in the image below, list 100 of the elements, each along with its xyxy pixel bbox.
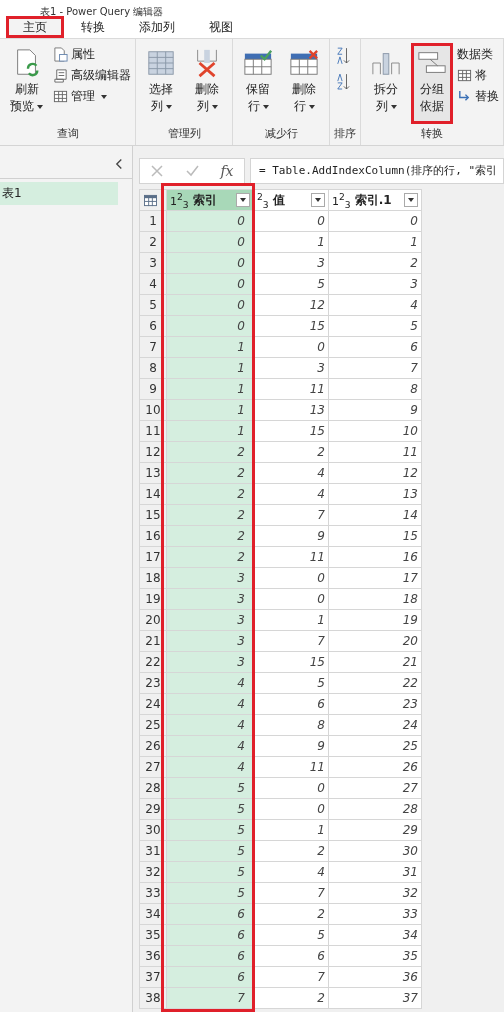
column-header[interactable]: 1$^{2}$$_{3}$ 索引 (166, 189, 254, 211)
table-cell: 9 (253, 525, 329, 547)
caret-icon (315, 198, 321, 202)
table-cell: 11 (253, 546, 329, 568)
table-cell: 2 (253, 903, 329, 925)
table-cell: 20 (328, 630, 422, 652)
ribbon-tab[interactable]: 转换 (64, 16, 122, 38)
group-label: 转换 (420, 126, 444, 142)
table-cell: 11 (253, 756, 329, 778)
table-cell: 0 (253, 567, 329, 589)
function-symbol[interactable]: fx (220, 163, 234, 179)
table-cell: 3 (328, 273, 422, 295)
filter-dropdown[interactable] (404, 193, 418, 207)
column-header[interactable]: 1$^{2}$$_{3}$ 索引.1 (328, 189, 422, 211)
table-cell: 6 (253, 693, 329, 715)
table-cell: 12 (328, 462, 422, 484)
ribbon-button[interactable]: 管理 (53, 87, 131, 106)
filter-dropdown[interactable] (236, 193, 250, 207)
ribbon-button[interactable]: 拆分 列 (365, 43, 407, 124)
caret-icon (390, 104, 397, 109)
caret-icon (165, 104, 172, 109)
table-cell: 5 (328, 315, 422, 337)
table-cell: 2 (328, 252, 422, 274)
table-cell: 36 (328, 966, 422, 988)
ribbon-button[interactable]: 删除 行 (283, 43, 325, 124)
table-cell: 2 (253, 840, 329, 862)
table-cell: 26 (328, 756, 422, 778)
check-icon[interactable] (185, 164, 200, 178)
table-cell: 9 (328, 399, 422, 421)
keep-rows-icon (243, 48, 273, 78)
table-cell: 3 (253, 357, 329, 379)
table-cell: 33 (328, 903, 422, 925)
query-item[interactable]: 表1 (0, 182, 118, 205)
ribbon-button[interactable]: 数据类 (457, 45, 499, 64)
table-cell: 22 (328, 672, 422, 694)
table-cell: 35 (328, 945, 422, 967)
table-cell: 7 (253, 504, 329, 526)
formula-field[interactable]: = Table.AddIndexColumn(排序的行, "索引 (250, 158, 504, 184)
caret-icon (262, 104, 269, 109)
properties-icon (53, 47, 68, 62)
table-cell: 37 (328, 987, 422, 1009)
table-cell: 4 (328, 294, 422, 316)
filter-dropdown[interactable] (311, 193, 325, 207)
table-cell: 13 (253, 399, 329, 421)
ribbon-tab[interactable]: 视图 (192, 16, 250, 38)
table-icon (53, 89, 68, 104)
table-cell: 11 (253, 378, 329, 400)
ribbon-button[interactable]: 选择 列 (140, 43, 182, 124)
table-cell: 15 (253, 315, 329, 337)
group-label: 排序 (334, 126, 356, 142)
ribbon-tab[interactable]: 添加列 (122, 16, 192, 38)
table-cell: 34 (328, 924, 422, 946)
table-cell: 4 (253, 462, 329, 484)
table-cell: 15 (253, 651, 329, 673)
table-cell: 1 (253, 609, 329, 631)
table-cell: 29 (328, 819, 422, 841)
table-cell: 21 (328, 651, 422, 673)
sort-descending-button[interactable] (334, 71, 352, 93)
ribbon-button[interactable]: 属性 (53, 45, 131, 64)
table-icon (457, 68, 472, 83)
ribbon-button[interactable]: 替换 (457, 87, 499, 106)
table-cell: 31 (328, 861, 422, 883)
table-cell: 24 (328, 714, 422, 736)
sort-ascending-button[interactable] (334, 45, 352, 67)
caret-icon (408, 198, 414, 202)
table-cell: 15 (328, 525, 422, 547)
column-name: 值 (272, 191, 286, 209)
ribbon-button[interactable]: 保留 行 (237, 43, 279, 124)
remove-rows-icon (289, 48, 319, 78)
table-cell: 0 (253, 336, 329, 358)
table-icon (146, 48, 176, 78)
ribbon-button[interactable]: 高级编辑器 (53, 66, 131, 85)
caret-icon (37, 104, 43, 109)
group-label: 查询 (55, 126, 80, 142)
table-cell: 5 (253, 273, 329, 295)
table-cell: 12 (253, 294, 329, 316)
scroll-icon (53, 68, 68, 83)
table-cell: 32 (328, 882, 422, 904)
window-title: 表1 - Power Query 编辑器 (40, 6, 164, 17)
table-cell: 4 (253, 861, 329, 883)
sort-descending-icon (336, 71, 350, 93)
table-cell: 16 (328, 546, 422, 568)
table-cell: 3 (253, 252, 329, 274)
table-cell: 1 (328, 231, 422, 253)
table-cell: 7 (253, 630, 329, 652)
table-cell: 0 (253, 777, 329, 799)
ribbon-button[interactable]: 删除 列 (186, 43, 228, 124)
table-cell: 5 (253, 672, 329, 694)
collapse-icon[interactable] (115, 158, 124, 170)
ribbon-button[interactable]: 将 (457, 66, 499, 85)
ribbon-button[interactable]: 刷新 预览 (4, 43, 49, 124)
table-cell: 0 (253, 210, 329, 232)
table-cell: 7 (328, 357, 422, 379)
column-name: 索引 (192, 191, 218, 209)
table-cell: 9 (253, 735, 329, 757)
sort-ascending-icon (336, 45, 350, 67)
ribbon-button[interactable]: 分组 依据 (411, 43, 453, 124)
column-name: 索引.1 (354, 191, 393, 209)
ribbon-tab[interactable]: 主页 (6, 16, 64, 38)
table-icon[interactable] (143, 193, 158, 207)
